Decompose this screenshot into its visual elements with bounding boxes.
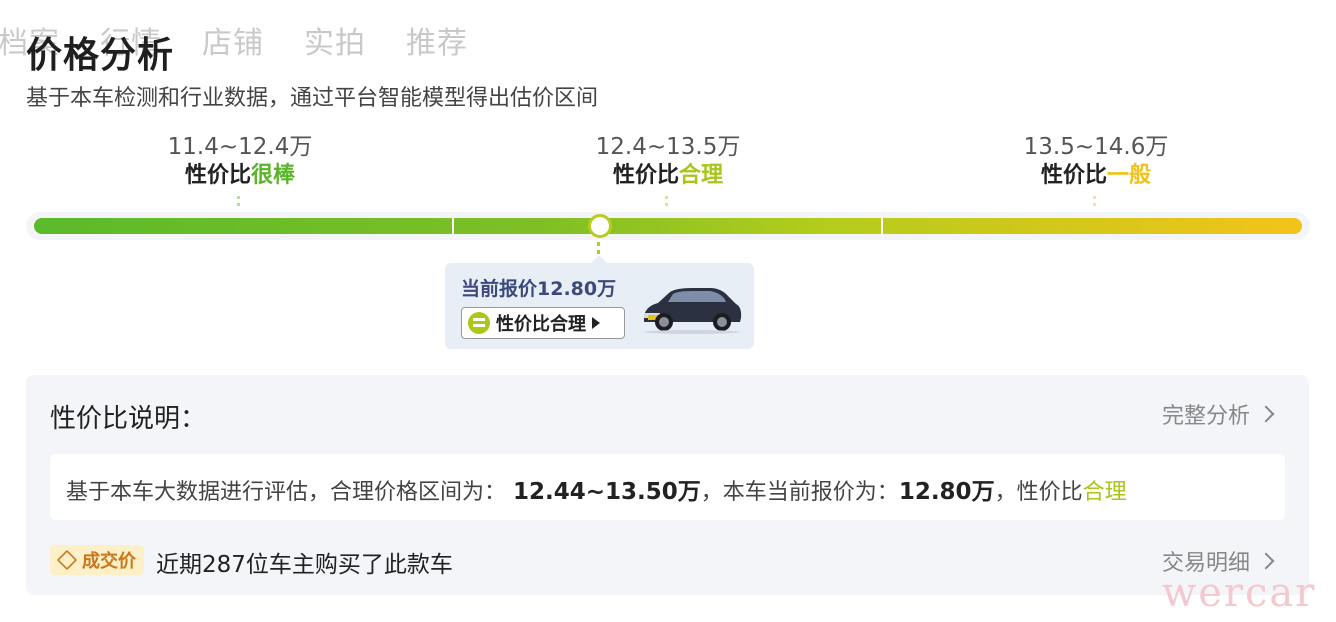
price-range-great: 11.4~12.4万 性价比很棒: [110, 132, 370, 206]
range-dots: [1092, 196, 1100, 206]
range-verdict: 性价比很棒: [184, 163, 296, 188]
full-analysis-label: 完整分析: [1162, 404, 1251, 429]
watermark: wercar: [1162, 570, 1317, 616]
full-analysis-link[interactable]: 完整分析: [1162, 398, 1275, 430]
price-range-average: 13.5~14.6万 性价比一般: [966, 132, 1226, 206]
page-subtitle: 基于本车检测和行业数据，通过平台智能模型得出估价区间: [26, 86, 599, 111]
tab-recommend[interactable]: 推荐: [406, 18, 468, 62]
verdict-button-label: 性价比合理: [496, 314, 586, 335]
play-arrow-icon: [592, 317, 600, 329]
range-verdict: 性价比合理: [612, 163, 724, 188]
deal-price-badge: 成交价: [50, 545, 144, 575]
fair-range-value: 12.44~13.50万: [513, 479, 701, 505]
bar-divider: [881, 216, 883, 236]
bar-divider: [452, 216, 454, 236]
tag-icon: [56, 549, 78, 571]
current-price-value: 12.80万: [898, 479, 995, 505]
current-price-label: 当前报价12.80万: [461, 278, 617, 300]
value-verdict-button[interactable]: 性价比合理: [461, 307, 625, 339]
range-dots: [664, 196, 672, 206]
range-price: 12.4~13.5万: [595, 134, 741, 160]
marker-dots: [597, 242, 600, 254]
verdict-highlight: 合理: [1082, 480, 1127, 505]
deal-count-text: 近期287位车主购买了此款车: [156, 552, 453, 578]
current-price-marker: [588, 214, 612, 238]
tab-photos[interactable]: 实拍: [304, 18, 366, 62]
price-range-fair: 12.4~13.5万 性价比合理: [538, 132, 798, 206]
chevron-right-icon: [1257, 552, 1275, 570]
range-price: 13.5~14.6万: [1023, 134, 1169, 160]
car-image: [644, 288, 742, 334]
tab-store[interactable]: 店铺: [202, 18, 264, 62]
explanation-text: 基于本车大数据进行评估，合理价格区间为： 12.44~13.50万，本车当前报价…: [66, 479, 1127, 505]
price-gradient-bar: [34, 218, 1302, 234]
chevron-right-icon: [1257, 405, 1275, 423]
page-title: 价格分析: [26, 35, 175, 76]
explanation-title: 性价比说明：: [50, 404, 207, 434]
neutral-face-icon: [468, 312, 490, 334]
range-price: 11.4~12.4万: [167, 134, 313, 160]
range-dots: [236, 196, 244, 206]
range-verdict: 性价比一般: [1040, 163, 1152, 188]
